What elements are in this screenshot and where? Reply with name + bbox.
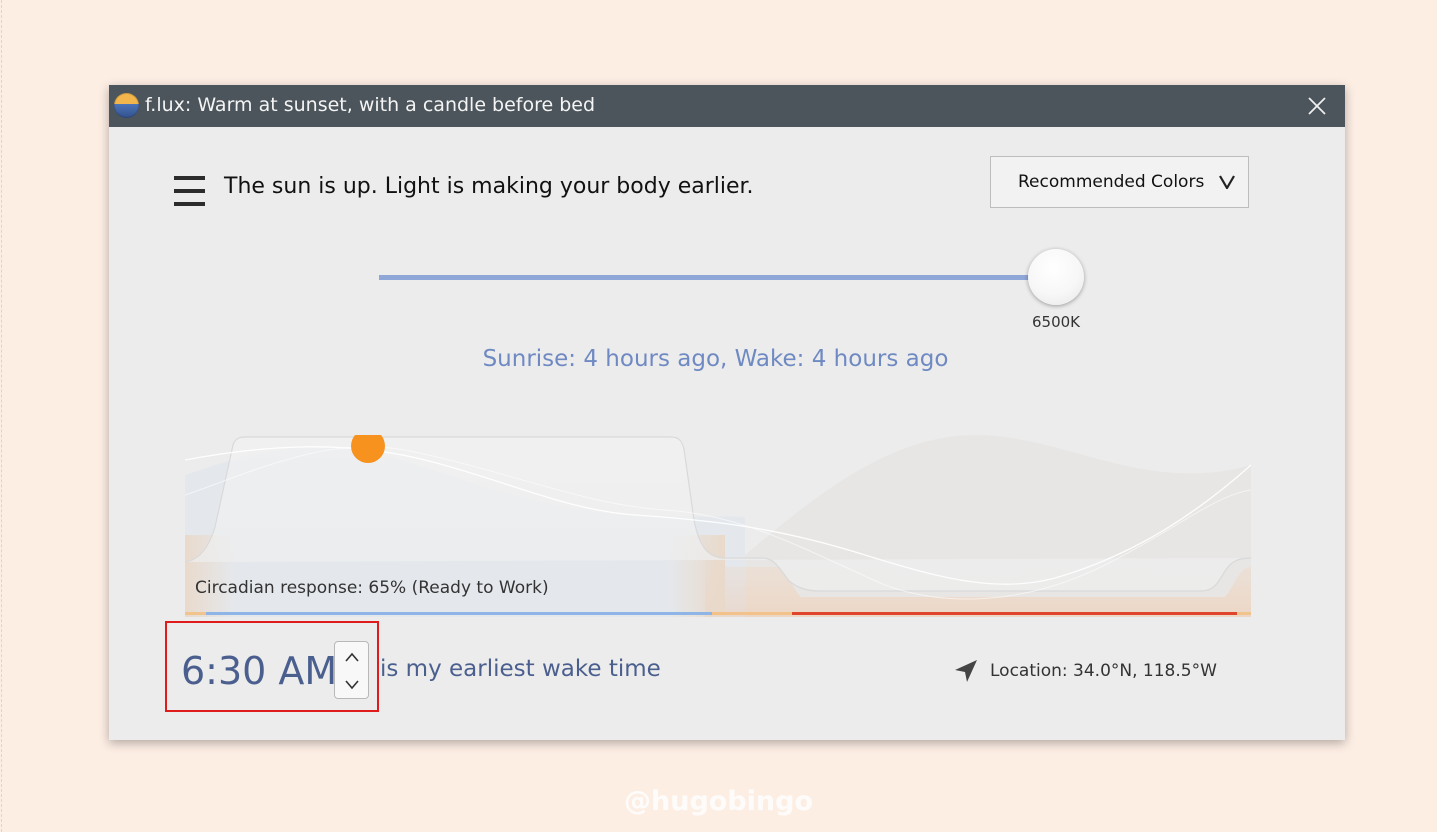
timeline-predawn-segment (1237, 612, 1251, 615)
wake-time-down-button[interactable] (335, 671, 368, 699)
color-temperature-slider-track[interactable] (379, 275, 1057, 280)
timeline-night-segment (792, 612, 1237, 615)
menu-bar-top (174, 176, 205, 180)
wake-time-stepper[interactable] (334, 641, 369, 699)
timeline-day-segment (206, 612, 712, 615)
location-text[interactable]: Location: 34.0°N, 118.5°W (990, 661, 1217, 681)
status-message: The sun is up. Light is making your body… (224, 174, 754, 199)
color-temperature-slider-thumb[interactable] (1028, 249, 1084, 305)
timeline-dawn-segment (185, 612, 206, 615)
title-bar[interactable]: f.lux: Warm at sunset, with a candle bef… (109, 85, 1345, 127)
window-title: f.lux: Warm at sunset, with a candle bef… (145, 94, 596, 116)
color-preset-selected: Recommended Colors (1018, 172, 1205, 192)
flux-sun-icon (114, 93, 139, 118)
close-button[interactable] (1299, 90, 1335, 122)
chevron-down-icon (1219, 175, 1235, 189)
menu-bar-bottom (174, 202, 205, 206)
flux-window: f.lux: Warm at sunset, with a candle bef… (109, 85, 1345, 740)
wake-time-label: is my earliest wake time (380, 656, 661, 682)
chevron-down-icon (344, 680, 359, 690)
close-icon (1308, 97, 1326, 115)
chevron-up-icon (344, 652, 359, 662)
color-preset-dropdown[interactable]: Recommended Colors (990, 156, 1249, 208)
hamburger-menu-icon[interactable] (172, 174, 208, 208)
wake-time-up-button[interactable] (335, 643, 368, 671)
page: f.lux: Warm at sunset, with a candle bef… (0, 0, 1437, 832)
color-temperature-value: 6500K (1031, 313, 1080, 331)
page-edge-divider (1, 0, 2, 832)
sunrise-wake-info: Sunrise: 4 hours ago, Wake: 4 hours ago (482, 346, 949, 372)
circadian-response: Circadian response: 65% (Ready to Work) (195, 578, 549, 598)
wake-time-value[interactable]: 6:30 AM (181, 649, 337, 693)
menu-bar-middle (174, 189, 205, 193)
timeline-sunset-segment (712, 612, 792, 615)
watermark: @hugobingo (624, 786, 813, 817)
location-arrow-icon[interactable] (954, 659, 978, 683)
